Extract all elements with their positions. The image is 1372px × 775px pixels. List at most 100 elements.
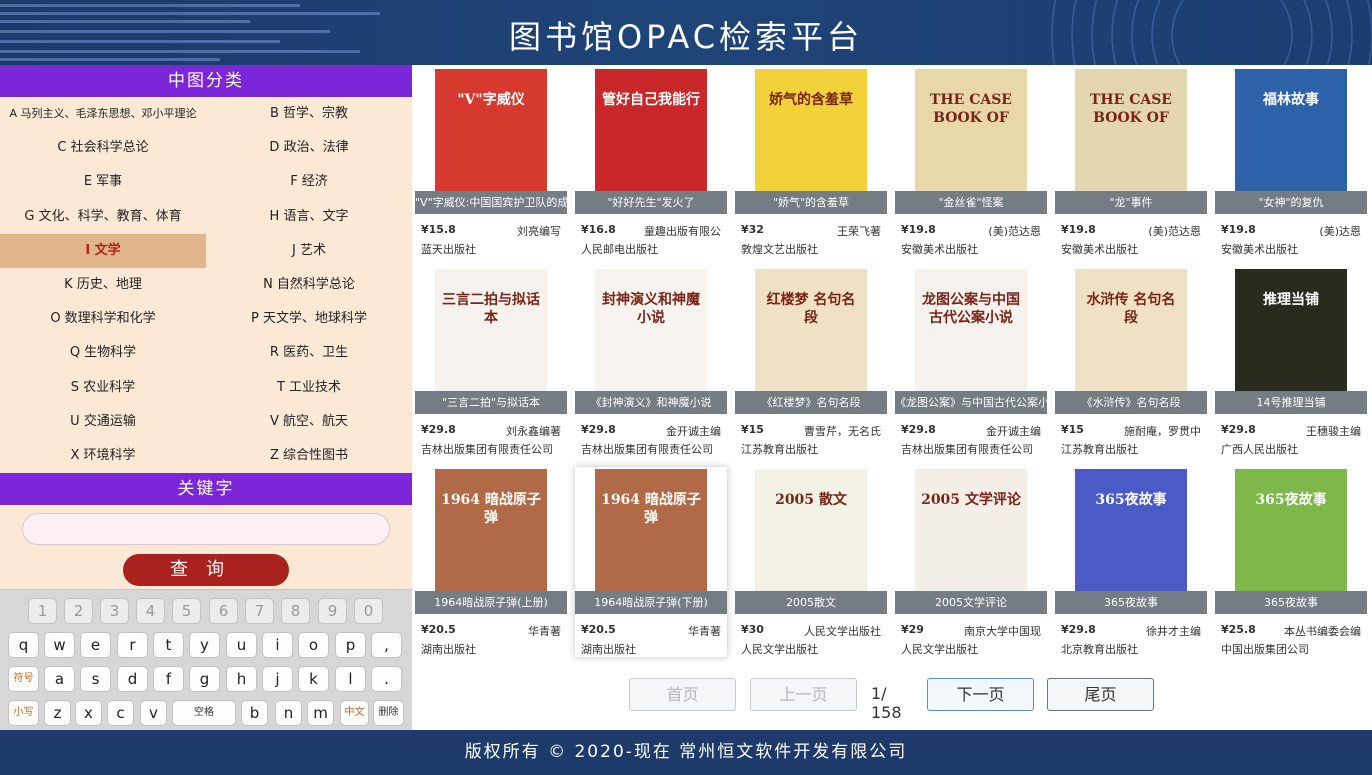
book-cover[interactable]: 娇气的含羞草 "娇气"的含羞草 (735, 67, 887, 214)
category-item[interactable]: J 艺术 (206, 234, 412, 268)
book-cover[interactable]: 2005 散文 2005散文 (735, 467, 887, 614)
book-cover[interactable]: 红楼梦 名句名段 《红楼梦》名句名段 (735, 267, 887, 414)
category-item[interactable]: O 数理科学和化学 (0, 302, 206, 336)
keyboard-key[interactable]: g (189, 666, 220, 692)
category-item[interactable]: Q 生物科学 (0, 336, 206, 370)
keyboard-key[interactable]: 8 (281, 598, 310, 624)
book-title[interactable]: "好好先生"发火了 (575, 191, 727, 214)
book-card[interactable]: 管好自己我能行 "好好先生"发火了 ¥16.8 童趣出版有限公 人民邮电出版社 (575, 67, 727, 257)
keyboard-key[interactable]: q (8, 632, 39, 658)
category-item[interactable]: D 政治、法律 (206, 131, 412, 165)
book-cover[interactable]: 1964 暗战原子弹 1964暗战原子弹(上册) (415, 467, 567, 614)
keyboard-key[interactable]: z (44, 700, 71, 726)
book-title[interactable]: "龙"事件 (1055, 191, 1207, 214)
book-card[interactable]: 2005 文学评论 2005文学评论 ¥29 南京大学中国现 人民文学出版社 (895, 467, 1047, 657)
book-card[interactable]: 推理当铺 14号推理当铺 ¥29.8 王穗骏主编 广西人民出版社 (1215, 267, 1367, 457)
book-cover[interactable]: 水浒传 名句名段 《水浒传》名句名段 (1055, 267, 1207, 414)
keyboard-key[interactable]: p (335, 632, 366, 658)
keyboard-key[interactable]: 空格 (172, 700, 236, 726)
book-card[interactable]: 1964 暗战原子弹 1964暗战原子弹(下册) ¥20.5 华青著 湖南出版社 (575, 467, 727, 657)
book-cover[interactable]: 封神演义和神魔小说 《封神演义》和神魔小说 (575, 267, 727, 414)
book-title[interactable]: 2005散文 (735, 591, 887, 614)
last-page-button[interactable]: 尾页 (1047, 678, 1154, 711)
keyboard-key[interactable]: h (226, 666, 257, 692)
book-card[interactable]: 水浒传 名句名段 《水浒传》名句名段 ¥15 施耐庵，罗贯中 江苏教育出版社 (1055, 267, 1207, 457)
keyboard-key[interactable]: . (371, 666, 402, 692)
keyboard-key[interactable]: 5 (172, 598, 201, 624)
keyboard-key[interactable]: m (307, 700, 334, 726)
category-item[interactable]: U 交通运输 (0, 405, 206, 439)
book-title[interactable]: "V"字威仪:中国国宾护卫队的成 (415, 191, 567, 214)
category-item[interactable]: C 社会科学总论 (0, 131, 206, 165)
book-cover[interactable]: 365夜故事 365夜故事 (1055, 467, 1207, 614)
keyboard-key[interactable]: l (335, 666, 366, 692)
keyboard-key[interactable]: s (80, 666, 111, 692)
keyboard-key[interactable]: 1 (28, 598, 57, 624)
keyboard-key[interactable]: 2 (64, 598, 93, 624)
keyboard-key[interactable]: 7 (245, 598, 274, 624)
category-item[interactable]: R 医药、卫生 (206, 336, 412, 370)
keyboard-key[interactable]: d (117, 666, 148, 692)
keyboard-key[interactable]: 9 (318, 598, 347, 624)
prev-page-button[interactable]: 上一页 (750, 678, 857, 711)
first-page-button[interactable]: 首页 (629, 678, 736, 711)
book-cover[interactable]: "V"字威仪 "V"字威仪:中国国宾护卫队的成 (415, 67, 567, 214)
category-item[interactable]: A 马列主义、毛泽东思想、邓小平理论 (0, 97, 206, 131)
book-card[interactable]: 娇气的含羞草 "娇气"的含羞草 ¥32 王荣飞著 敦煌文艺出版社 (735, 67, 887, 257)
book-cover[interactable]: THE CASE BOOK OF "金丝雀"怪案 (895, 67, 1047, 214)
keyboard-key[interactable]: 3 (100, 598, 129, 624)
category-item[interactable]: F 经济 (206, 165, 412, 199)
book-title[interactable]: 《水浒传》名句名段 (1055, 391, 1207, 414)
book-card[interactable]: THE CASE BOOK OF "龙"事件 ¥19.8 (美)范达恩 安徽美术出版社 (1055, 67, 1207, 257)
book-card[interactable]: THE CASE BOOK OF "金丝雀"怪案 ¥19.8 (美)范达恩 安徽美术出版… (895, 67, 1047, 257)
keyboard-key[interactable]: n (275, 700, 302, 726)
category-item[interactable]: B 哲学、宗教 (206, 97, 412, 131)
book-card[interactable]: 365夜故事 365夜故事 ¥25.8 本丛书编委会编 中国出版集团公司 (1215, 467, 1367, 657)
book-card[interactable]: 2005 散文 2005散文 ¥30 人民文学出版社 人民文学出版社 (735, 467, 887, 657)
keyboard-key[interactable]: 4 (136, 598, 165, 624)
category-item[interactable]: V 航空、航天 (206, 405, 412, 439)
book-card[interactable]: "V"字威仪 "V"字威仪:中国国宾护卫队的成 ¥15.8 刘亮编写 蓝天出版社 (415, 67, 567, 257)
keyboard-key[interactable]: o (298, 632, 329, 658)
book-title[interactable]: 365夜故事 (1055, 591, 1207, 614)
book-card[interactable]: 红楼梦 名句名段 《红楼梦》名句名段 ¥15 曹雪芹，无名氏 江苏教育出版社 (735, 267, 887, 457)
category-item[interactable]: H 语言、文字 (206, 200, 412, 234)
book-title[interactable]: 《红楼梦》名句名段 (735, 391, 887, 414)
keyboard-key[interactable]: a (44, 666, 75, 692)
keyboard-key[interactable]: j (262, 666, 293, 692)
category-item[interactable]: E 军事 (0, 165, 206, 199)
book-cover[interactable]: 365夜故事 365夜故事 (1215, 467, 1367, 614)
category-item[interactable]: N 自然科学总论 (206, 268, 412, 302)
book-card[interactable]: 福林故事 "女神"的复仇 ¥19.8 (美)达恩 安徽美术出版社 (1215, 67, 1367, 257)
book-title[interactable]: 1964暗战原子弹(上册) (415, 591, 567, 614)
book-cover[interactable]: 2005 文学评论 2005文学评论 (895, 467, 1047, 614)
keyboard-key[interactable]: f (153, 666, 184, 692)
category-item[interactable]: I 文学 (0, 233, 206, 268)
keyboard-key[interactable]: c (107, 700, 134, 726)
keyboard-key[interactable]: r (117, 632, 148, 658)
book-title[interactable]: 365夜故事 (1215, 591, 1367, 614)
category-item[interactable]: P 天文学、地球科学 (206, 302, 412, 336)
keyboard-key[interactable]: v (140, 700, 167, 726)
book-cover[interactable]: 1964 暗战原子弹 1964暗战原子弹(下册) (575, 467, 727, 614)
book-cover[interactable]: 管好自己我能行 "好好先生"发火了 (575, 67, 727, 214)
keyboard-key[interactable]: u (226, 632, 257, 658)
category-item[interactable]: T 工业技术 (206, 371, 412, 405)
keyboard-key[interactable]: 小写 (8, 700, 39, 726)
keyboard-key[interactable]: w (44, 632, 75, 658)
book-card[interactable]: 365夜故事 365夜故事 ¥29.8 徐井才主编 北京教育出版社 (1055, 467, 1207, 657)
keyboard-key[interactable]: x (75, 700, 102, 726)
book-title[interactable]: 1964暗战原子弹(下册) (575, 591, 727, 614)
book-title[interactable]: "娇气"的含羞草 (735, 191, 887, 214)
keyboard-key[interactable]: 6 (209, 598, 238, 624)
category-item[interactable]: X 环境科学 (0, 439, 206, 473)
category-item[interactable]: K 历史、地理 (0, 268, 206, 302)
keyboard-key[interactable]: t (153, 632, 184, 658)
book-title[interactable]: 2005文学评论 (895, 591, 1047, 614)
book-title[interactable]: "金丝雀"怪案 (895, 191, 1047, 214)
keyboard-key[interactable]: i (262, 632, 293, 658)
keyboard-key[interactable]: e (80, 632, 111, 658)
category-item[interactable]: Z 综合性图书 (206, 439, 412, 473)
book-cover[interactable]: 三言二拍与拟话本 "三言二拍"与拟话本 (415, 267, 567, 414)
book-cover[interactable]: 推理当铺 14号推理当铺 (1215, 267, 1367, 414)
